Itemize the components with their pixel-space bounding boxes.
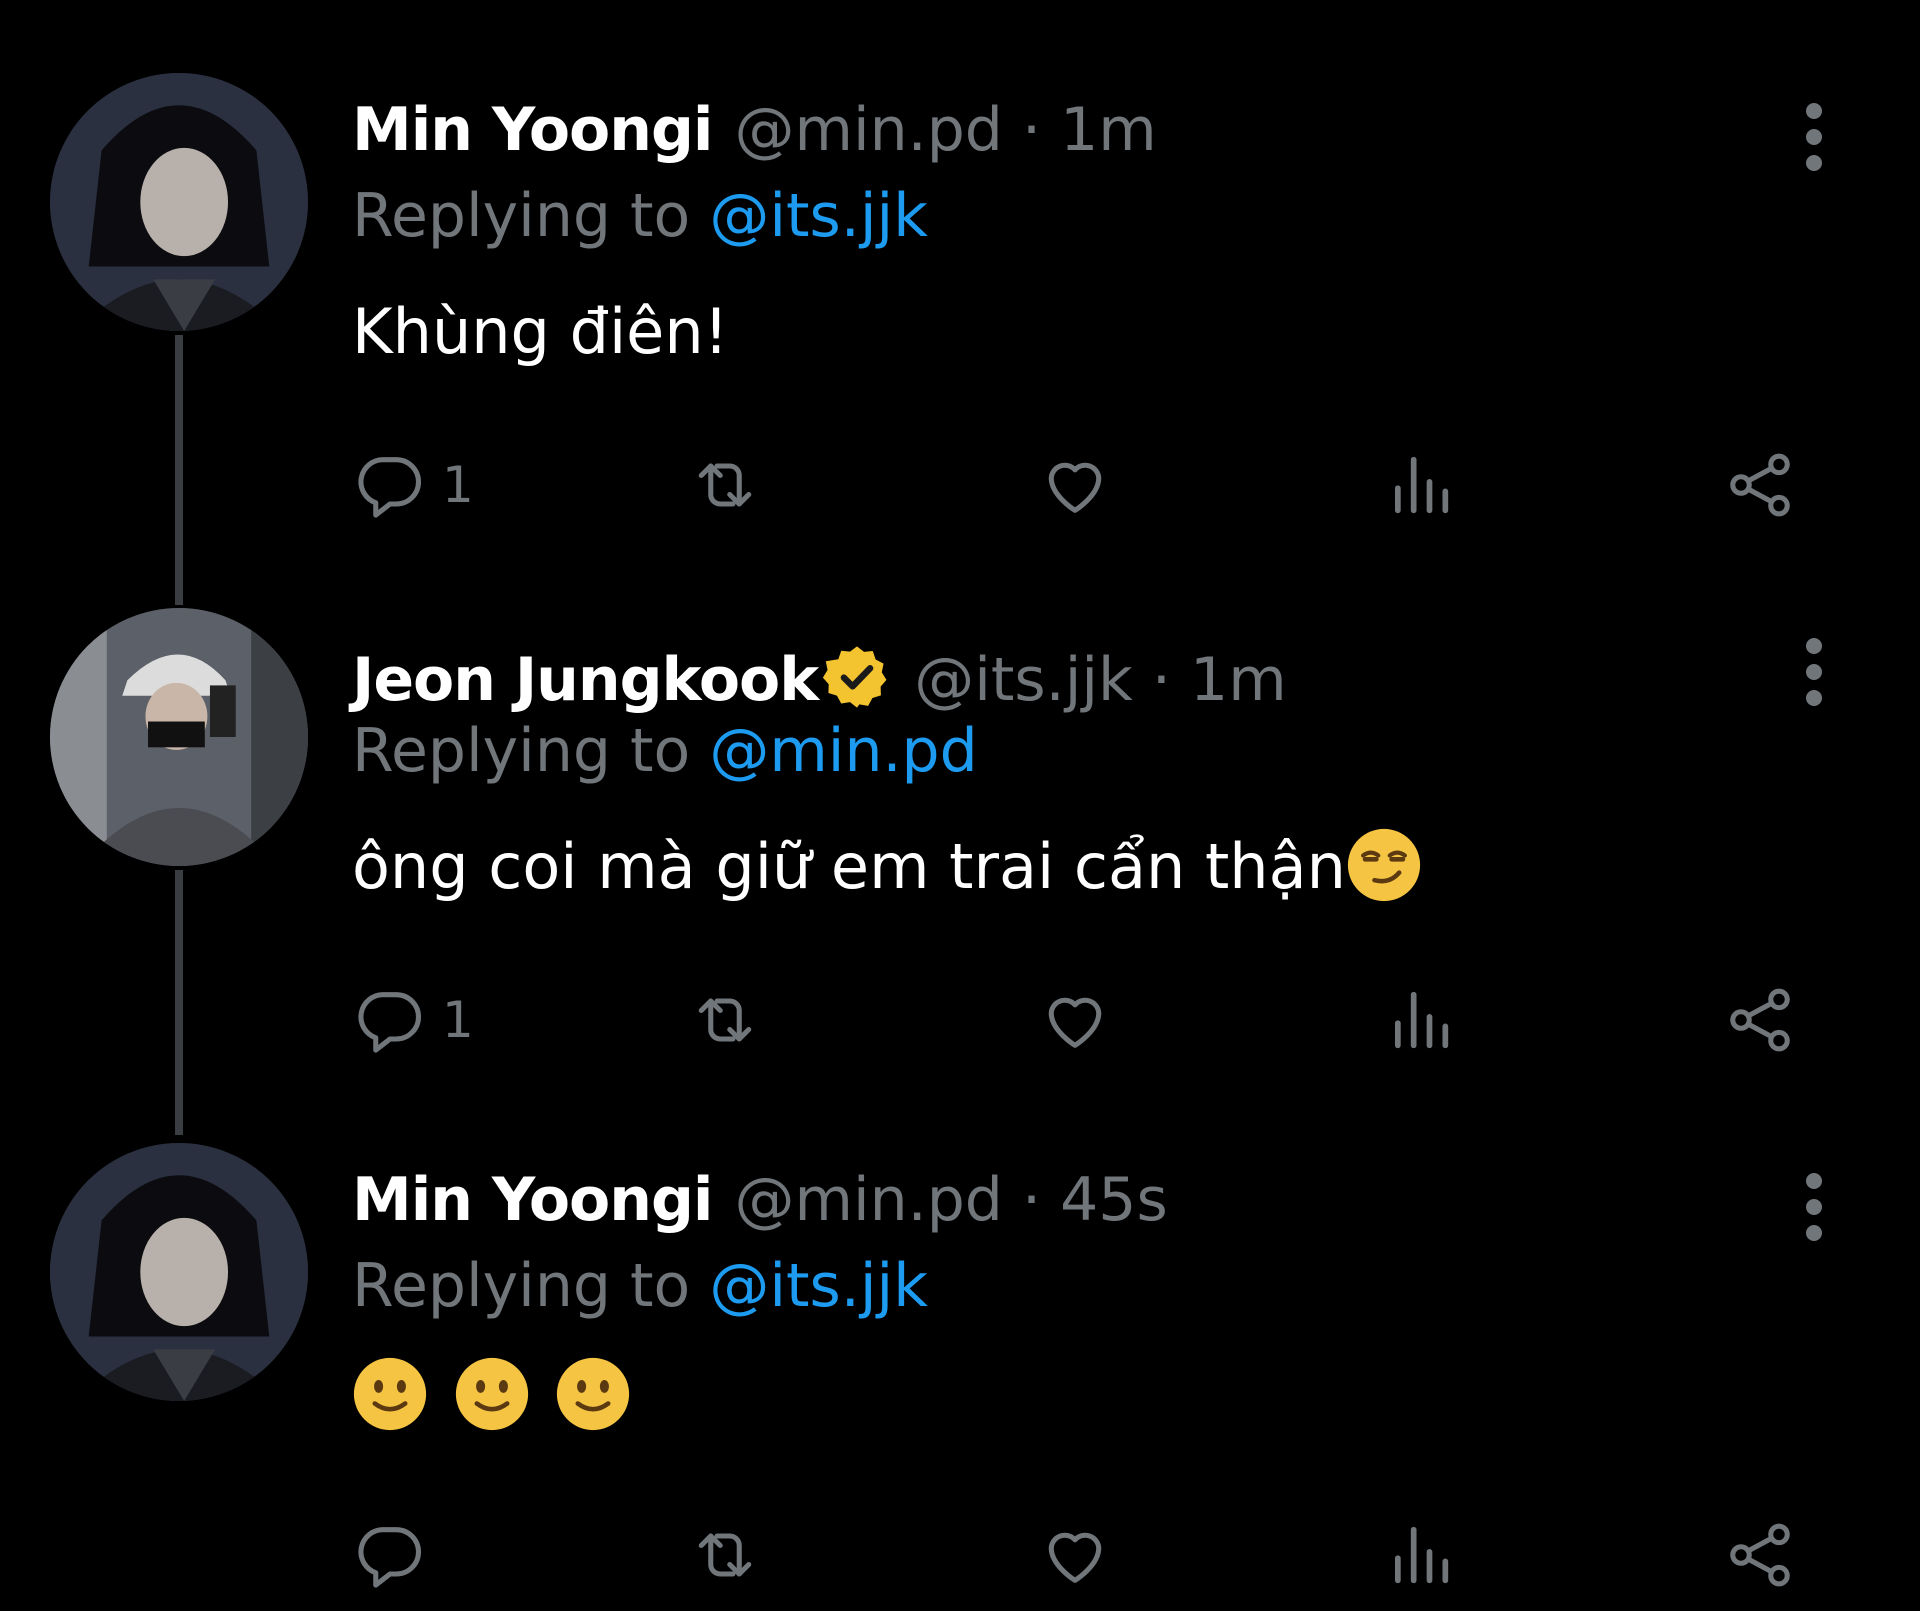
mention-link[interactable]: @its.jjk [709,1251,928,1321]
slightly-smiling-face-emoji-icon [352,1356,428,1432]
handle-and-time[interactable]: @min.pd · 1m [735,95,1157,165]
tweet-text: ông coi mà giữ em trai cẩn thận [352,830,1346,903]
reply-icon [352,1517,428,1593]
views-icon [1382,447,1458,523]
avatar-jeon-jungkook[interactable] [50,608,308,866]
action-bar: 1 [352,975,1812,1065]
views-button[interactable] [1382,1510,1458,1600]
like-icon [1037,982,1113,1058]
reply-button[interactable]: 1 [352,975,474,1065]
more-options-icon[interactable] [1794,632,1834,712]
views-button[interactable] [1382,975,1458,1065]
smirking-face-emoji-icon [1346,827,1422,903]
views-button[interactable] [1382,440,1458,530]
retweet-icon [687,447,763,523]
more-options-icon[interactable] [1794,1167,1834,1247]
like-icon [1037,1517,1113,1593]
share-icon [1722,982,1798,1058]
replying-to: Replying to @its.jjk [352,1251,928,1321]
views-icon [1382,982,1458,1058]
replying-label: Replying to [352,716,710,786]
action-bar: 1 [352,440,1812,530]
retweet-button[interactable] [687,975,763,1065]
share-button[interactable] [1722,975,1798,1065]
thread-line [175,870,183,1135]
like-icon [1037,447,1113,523]
mention-link[interactable]: @min.pd [709,716,977,786]
thread-line [175,335,183,605]
tweet-text [352,1353,631,1432]
reply-button[interactable] [352,1510,428,1600]
retweet-icon [687,982,763,1058]
handle-and-time[interactable]: @its.jjk · 1m [914,645,1286,715]
action-bar [352,1510,1812,1600]
slightly-smiling-face-emoji-icon [454,1356,530,1432]
share-icon [1722,1517,1798,1593]
mention-link[interactable]: @its.jjk [709,181,928,251]
reply-icon [352,982,428,1058]
reply-count: 1 [442,456,474,514]
share-button[interactable] [1722,440,1798,530]
reply-icon [352,447,428,523]
reply-button[interactable]: 1 [352,440,474,530]
share-icon [1722,447,1798,523]
avatar-min-yoongi[interactable] [50,73,308,331]
avatar-min-yoongi[interactable] [50,1143,308,1401]
replying-label: Replying to [352,181,710,251]
slightly-smiling-face-emoji-icon [555,1356,631,1432]
display-name[interactable]: Min Yoongi [352,95,713,165]
retweet-icon [687,1517,763,1593]
share-button[interactable] [1722,1510,1798,1600]
retweet-button[interactable] [687,440,763,530]
verified-badge-icon [823,646,887,708]
retweet-button[interactable] [687,1510,763,1600]
tweet-text: Khùng điên! [352,295,729,368]
replying-to: Replying to @its.jjk [352,181,928,251]
reply-count: 1 [442,991,474,1049]
replying-label: Replying to [352,1251,710,1321]
display-name[interactable]: Min Yoongi [352,1165,713,1235]
replying-to: Replying to @min.pd [352,716,978,786]
more-options-icon[interactable] [1794,97,1834,177]
views-icon [1382,1517,1458,1593]
like-button[interactable] [1037,440,1113,530]
display-name[interactable]: Jeon Jungkook [352,645,819,715]
tweet-text-line: ông coi mà giữ em trai cẩn thận [352,830,1422,909]
like-button[interactable] [1037,975,1113,1065]
handle-and-time[interactable]: @min.pd · 45s [735,1165,1168,1235]
like-button[interactable] [1037,1510,1113,1600]
